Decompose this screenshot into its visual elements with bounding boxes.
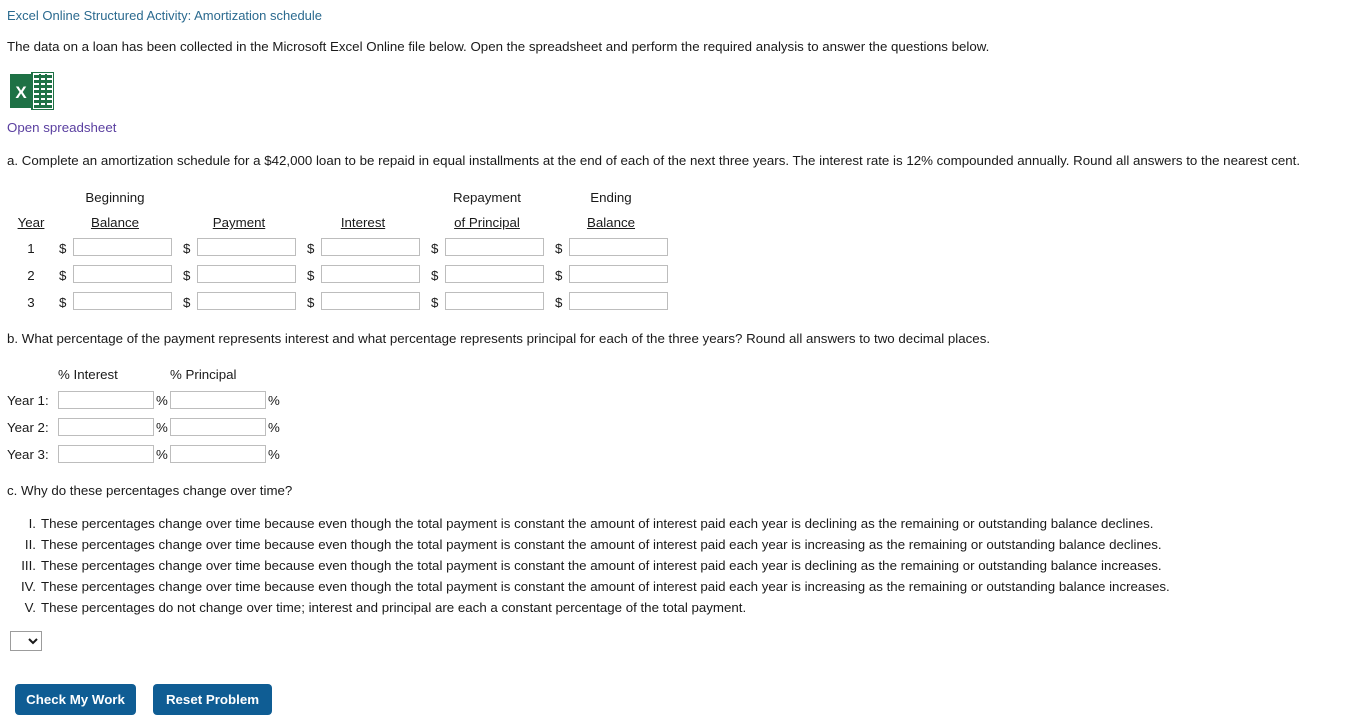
beginning-balance-input-year1[interactable]: [73, 238, 172, 256]
beginning-balance-input-year3[interactable]: [73, 292, 172, 310]
open-spreadsheet-link[interactable]: Open spreadsheet: [7, 120, 116, 135]
question-a-prompt: a. Complete an amortization schedule for…: [7, 153, 1301, 168]
header-percent-interest: % Interest: [58, 367, 118, 382]
option-text: These percentages change over time becau…: [41, 537, 1162, 552]
reset-problem-button[interactable]: Reset Problem: [153, 684, 272, 715]
option-numeral: II.: [24, 537, 36, 552]
percent-symbol: %: [156, 393, 168, 408]
option-text: These percentages change over time becau…: [41, 516, 1154, 531]
principal-input-year3[interactable]: [445, 292, 544, 310]
beginning-balance-input-year2[interactable]: [73, 265, 172, 283]
question-b-prompt: b. What percentage of the payment repres…: [7, 331, 991, 346]
percent-symbol: %: [268, 393, 280, 408]
option-v: V. These percentages do not change over t…: [10, 600, 747, 615]
payment-input-year1[interactable]: [197, 238, 296, 256]
header-interest: Interest: [340, 215, 386, 230]
check-my-work-button[interactable]: Check My Work: [15, 684, 136, 715]
ending-balance-input-year3[interactable]: [569, 292, 668, 310]
percent-principal-input-year2[interactable]: [170, 418, 266, 436]
currency-symbol: $: [183, 241, 191, 256]
currency-symbol: $: [555, 295, 563, 310]
question-c-prompt: c. Why do these percentages change over …: [7, 483, 293, 498]
row-label-year1: Year 1:: [7, 393, 49, 408]
row-label-year2: Year 2:: [7, 420, 49, 435]
percent-symbol: %: [156, 420, 168, 435]
header-beginning: Beginning: [85, 190, 145, 205]
percent-interest-input-year2[interactable]: [58, 418, 154, 436]
option-iii: III. These percentages change over time b…: [10, 558, 1162, 573]
header-of-principal: of Principal: [454, 215, 520, 230]
percent-interest-input-year1[interactable]: [58, 391, 154, 409]
percent-symbol: %: [268, 420, 280, 435]
header-balance-end: Balance: [586, 215, 636, 230]
excel-file-icon[interactable]: X: [10, 71, 55, 111]
payment-input-year3[interactable]: [197, 292, 296, 310]
interest-input-year1[interactable]: [321, 238, 420, 256]
option-text: These percentages do not change over tim…: [41, 600, 747, 615]
percent-interest-input-year3[interactable]: [58, 445, 154, 463]
currency-symbol: $: [183, 295, 191, 310]
option-text: These percentages change over time becau…: [41, 558, 1162, 573]
currency-symbol: $: [431, 241, 439, 256]
currency-symbol: $: [183, 268, 191, 283]
header-percent-principal: % Principal: [170, 367, 237, 382]
currency-symbol: $: [431, 295, 439, 310]
option-numeral: I.: [28, 516, 36, 531]
header-ending: Ending: [590, 190, 632, 205]
intro-text: The data on a loan has been collected in…: [7, 39, 990, 54]
percent-symbol: %: [156, 447, 168, 462]
problem-page: Excel Online Structured Activity: Amorti…: [0, 0, 1361, 716]
option-i: I. These percentages change over time bec…: [10, 516, 1154, 531]
row-year-label: 1: [27, 241, 35, 256]
currency-symbol: $: [59, 241, 67, 256]
principal-input-year1[interactable]: [445, 238, 544, 256]
currency-symbol: $: [555, 268, 563, 283]
answer-select-dropdown[interactable]: I II III IV V: [10, 631, 42, 651]
excel-icon-letter: X: [15, 83, 27, 102]
interest-input-year2[interactable]: [321, 265, 420, 283]
percent-principal-input-year1[interactable]: [170, 391, 266, 409]
currency-symbol: $: [59, 268, 67, 283]
row-year-label: 2: [27, 268, 35, 283]
currency-symbol: $: [59, 295, 67, 310]
currency-symbol: $: [431, 268, 439, 283]
row-year-label: 3: [27, 295, 35, 310]
header-year: Year: [17, 215, 45, 230]
ending-balance-input-year1[interactable]: [569, 238, 668, 256]
option-iv: IV. These percentages change over time be…: [10, 579, 1170, 594]
option-text: These percentages change over time becau…: [41, 579, 1170, 594]
currency-symbol: $: [307, 241, 315, 256]
percent-principal-input-year3[interactable]: [170, 445, 266, 463]
option-numeral: V.: [24, 600, 36, 615]
principal-input-year2[interactable]: [445, 265, 544, 283]
percent-symbol: %: [268, 447, 280, 462]
header-payment: Payment: [212, 215, 266, 230]
interest-input-year3[interactable]: [321, 292, 420, 310]
header-balance-begin: Balance: [90, 215, 140, 230]
payment-input-year2[interactable]: [197, 265, 296, 283]
currency-symbol: $: [307, 295, 315, 310]
row-label-year3: Year 3:: [7, 447, 49, 462]
currency-symbol: $: [555, 241, 563, 256]
option-numeral: IV.: [20, 579, 36, 594]
option-numeral: III.: [21, 558, 36, 573]
option-ii: II. These percentages change over time be…: [10, 537, 1162, 552]
ending-balance-input-year2[interactable]: [569, 265, 668, 283]
activity-title[interactable]: Excel Online Structured Activity: Amorti…: [7, 8, 322, 23]
currency-symbol: $: [307, 268, 315, 283]
header-repayment: Repayment: [453, 190, 521, 205]
